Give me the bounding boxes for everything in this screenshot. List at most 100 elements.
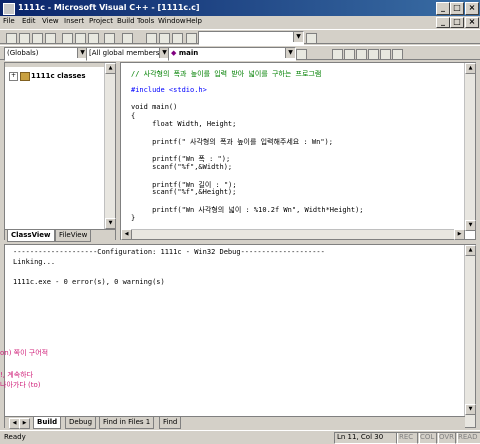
find-in-files-icon[interactable] (186, 33, 197, 44)
expand-icon[interactable]: + (9, 72, 18, 81)
overlay-note: !, 계속하다 (0, 371, 34, 379)
workspace-vscroll[interactable]: ▲ ▼ (104, 63, 116, 229)
standard-toolbar: ▼ (0, 29, 480, 45)
code-editor[interactable]: // 사각형의 폭과 높이를 입력 받아 넓이를 구하는 프로그램 #includ… (120, 62, 476, 240)
members-value: [All global members] (89, 49, 163, 57)
menu-build[interactable]: Build (117, 17, 135, 25)
output-line: --------------------Configuration: 1111c… (13, 248, 325, 256)
editor-hscroll[interactable]: ◀ ▶ (121, 229, 465, 240)
wizard-action-icon[interactable] (296, 49, 307, 60)
menu-view[interactable]: View (42, 17, 59, 25)
tab-find-in-files-1[interactable]: Find in Files 1 (99, 417, 155, 429)
new-file-icon[interactable] (6, 33, 17, 44)
workspace-tabstrip: ClassView FileView (5, 229, 115, 242)
minimize-button[interactable]: _ (436, 2, 450, 15)
save-icon[interactable] (32, 33, 43, 44)
scroll-down-icon[interactable]: ▼ (465, 404, 476, 415)
copy-icon[interactable] (75, 33, 86, 44)
doc-close-button[interactable]: × (465, 17, 479, 28)
classes-folder-icon (20, 72, 30, 81)
window-list-icon[interactable] (172, 33, 183, 44)
tab-build[interactable]: Build (33, 417, 62, 429)
tab-label: Debug (69, 418, 93, 426)
output-pane[interactable]: --------------------Configuration: 1111c… (4, 244, 476, 429)
scroll-up-icon[interactable]: ▲ (105, 63, 116, 74)
code-line: } (131, 213, 136, 222)
output-vscroll[interactable]: ▲ ▼ (464, 245, 476, 427)
code-line: #include <stdio.h> (131, 86, 207, 94)
scroll-up-icon[interactable]: ▲ (465, 245, 476, 256)
code-line: scanf("%f",&Width); (131, 162, 233, 171)
app-icon (3, 3, 15, 15)
close-button[interactable]: × (465, 2, 479, 15)
save-all-icon[interactable] (45, 33, 56, 44)
tab-classview[interactable]: ClassView (7, 230, 55, 242)
tab-label: FileView (59, 231, 88, 239)
find-combo[interactable]: ▼ (198, 31, 304, 45)
overlay-note: on) 쪽이 구어적 (0, 349, 49, 357)
scroll-up-icon[interactable]: ▲ (465, 63, 476, 74)
execute-icon[interactable] (368, 49, 379, 60)
breakpoint-icon[interactable] (392, 49, 403, 60)
tab-label: Find (163, 418, 178, 426)
stop-build-icon[interactable] (356, 49, 367, 60)
code-line: printf("Wn 사각형의 넓이 : %10.2f Wn", Width*H… (131, 206, 364, 214)
scroll-right-icon[interactable]: ▶ (454, 229, 465, 240)
workspace-root-item[interactable]: 1111c classes (31, 72, 86, 80)
cut-icon[interactable] (62, 33, 73, 44)
cursor-position: Ln 11, Col 30 (334, 432, 398, 444)
code-line: float Width, Height; (131, 120, 237, 128)
menu-project[interactable]: Project (89, 17, 113, 25)
output-line: 1111c.exe - 0 error(s), 0 warning(s) (13, 278, 165, 286)
tab-scroll-right-icon[interactable]: ▶ (19, 418, 30, 429)
window-title: 1111c - Microsoft Visual C++ - [1111c.c] (18, 3, 200, 12)
code-line: printf(" 사각형의 폭과 높이를 입력해주세요 : Wn"); (131, 138, 333, 146)
members-combo[interactable]: [All global members] ▼ (86, 47, 170, 61)
code-line: scanf("%f",&Height); (131, 188, 237, 196)
doc-restore-button[interactable]: □ (450, 17, 464, 28)
scroll-left-icon[interactable]: ◀ (121, 229, 132, 240)
undo-icon[interactable] (104, 33, 115, 44)
function-icon: ◆ (171, 49, 177, 57)
paste-icon[interactable] (88, 33, 99, 44)
tab-debug[interactable]: Debug (65, 417, 97, 429)
scroll-down-icon[interactable]: ▼ (465, 220, 476, 231)
tab-label: Find in Files 1 (103, 418, 151, 426)
compile-icon[interactable] (332, 49, 343, 60)
code-line: void main() (131, 103, 178, 111)
code-line: { (131, 111, 136, 120)
wizard-toolbar: (Globals) ▼ [All global members] ▼ ◆ main ▼ (0, 45, 480, 61)
scope-combo[interactable]: (Globals) ▼ (4, 47, 88, 61)
build-icon[interactable] (344, 49, 355, 60)
editor-vscroll[interactable]: ▲ ▼ (464, 63, 476, 231)
menu-file[interactable]: File (3, 17, 15, 25)
doc-minimize-button[interactable]: _ (436, 17, 450, 28)
status-text: Ready (4, 433, 26, 441)
menu-insert[interactable]: Insert (64, 17, 84, 25)
read-indicator: READ (455, 432, 480, 444)
menu-edit[interactable]: Edit (22, 17, 36, 25)
scope-value: (Globals) (7, 49, 39, 57)
chevron-down-icon[interactable]: ▼ (293, 32, 303, 42)
scroll-down-icon[interactable]: ▼ (105, 218, 116, 229)
menu-window[interactable]: Window (158, 17, 186, 25)
go-icon[interactable] (380, 49, 391, 60)
tab-label: Build (37, 418, 58, 426)
function-combo[interactable]: ◆ main ▼ (168, 47, 296, 61)
tab-find[interactable]: Find (159, 417, 182, 429)
maximize-button[interactable]: □ (450, 2, 464, 15)
tab-label: ClassView (11, 231, 51, 239)
output-window-icon[interactable] (159, 33, 170, 44)
redo-icon[interactable] (122, 33, 133, 44)
workspace-icon[interactable] (146, 33, 157, 44)
menu-help[interactable]: Help (186, 17, 202, 25)
menu-bar: File Edit View Insert Project Build Tool… (0, 16, 480, 28)
output-line: Linking... (13, 258, 56, 266)
workspace-pane: + 1111c classes ▲ ▼ ClassView FileView (4, 62, 116, 242)
tab-fileview[interactable]: FileView (55, 230, 92, 242)
find-icon[interactable] (306, 33, 317, 44)
chevron-down-icon[interactable]: ▼ (285, 48, 295, 58)
overlay-note: 나아가다 (to) (0, 381, 41, 389)
open-folder-icon[interactable] (19, 33, 30, 44)
menu-tools[interactable]: Tools (137, 17, 154, 25)
